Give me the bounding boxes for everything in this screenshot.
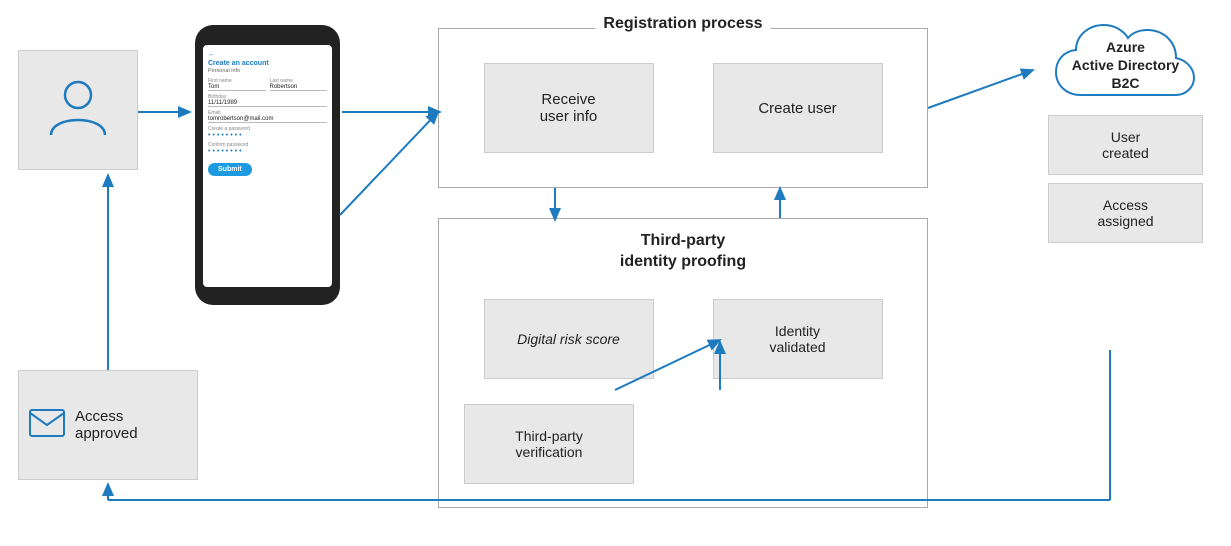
diagram: Access approved ← Create an account Pers… (0, 0, 1231, 546)
form-subtitle: Personal info (208, 68, 327, 74)
digital-risk-score-box: Digital risk score (484, 299, 654, 379)
access-assigned-label: Access assigned (1097, 197, 1153, 229)
receive-user-info-box: Receive user info (484, 63, 654, 153)
create-user-box: Create user (713, 63, 883, 153)
create-user-label: Create user (758, 100, 836, 117)
first-name-value: Tom (208, 84, 266, 91)
azure-title-line1: AzureActive DirectoryB2C (1072, 39, 1179, 91)
identity-validated-box: Identity validated (713, 299, 883, 379)
tp-steps: Digital risk score Identity validated (439, 299, 927, 379)
access-assigned-box: Access assigned (1048, 183, 1203, 243)
user-created-box: User created (1048, 115, 1203, 175)
person-box (18, 50, 138, 170)
password-dots: •••••••• (208, 132, 327, 139)
registration-box: Registration process Receive user info C… (438, 28, 928, 188)
third-party-verification-label: Third-party verification (515, 428, 583, 460)
person-icon (43, 73, 113, 148)
phone-body: ← Create an account Personal info First … (195, 25, 340, 305)
envelope-icon (29, 409, 65, 442)
registration-title: Registration process (595, 15, 770, 33)
access-approved-label: Access approved (75, 408, 187, 442)
thirdparty-title: Third-partyidentity proofing (620, 231, 746, 273)
submit-button[interactable]: Submit (208, 163, 252, 176)
thirdparty-title-text: Third-partyidentity proofing (620, 232, 746, 270)
back-arrow: ← (208, 51, 327, 58)
receive-user-info-label: Receive user info (540, 91, 598, 125)
identity-validated-label: Identity validated (769, 323, 825, 355)
thirdparty-box: Third-partyidentity proofing Digital ris… (438, 218, 928, 508)
phone-screen: ← Create an account Personal info First … (203, 45, 332, 287)
birthday-value: 11/11/1989 (208, 100, 327, 107)
email-value: tomrobertson@mail.com (208, 116, 327, 123)
third-party-verification-box: Third-party verification (464, 404, 634, 484)
last-name-value: Robertson (270, 84, 328, 91)
access-approved-box: Access approved (18, 370, 198, 480)
user-created-label: User created (1102, 129, 1149, 161)
azure-cloud: AzureActive DirectoryB2C (1046, 20, 1206, 110)
phone-container: ← Create an account Personal info First … (195, 25, 350, 315)
confirm-dots: •••••••• (208, 148, 327, 155)
form-title: Create an account (208, 60, 327, 67)
azure-box: AzureActive DirectoryB2C User created Ac… (1038, 20, 1213, 251)
reg-inner: Receive user info Create user (439, 29, 927, 187)
azure-cloud-text: AzureActive DirectoryB2C (1072, 38, 1179, 93)
digital-risk-score-label: Digital risk score (517, 331, 620, 347)
